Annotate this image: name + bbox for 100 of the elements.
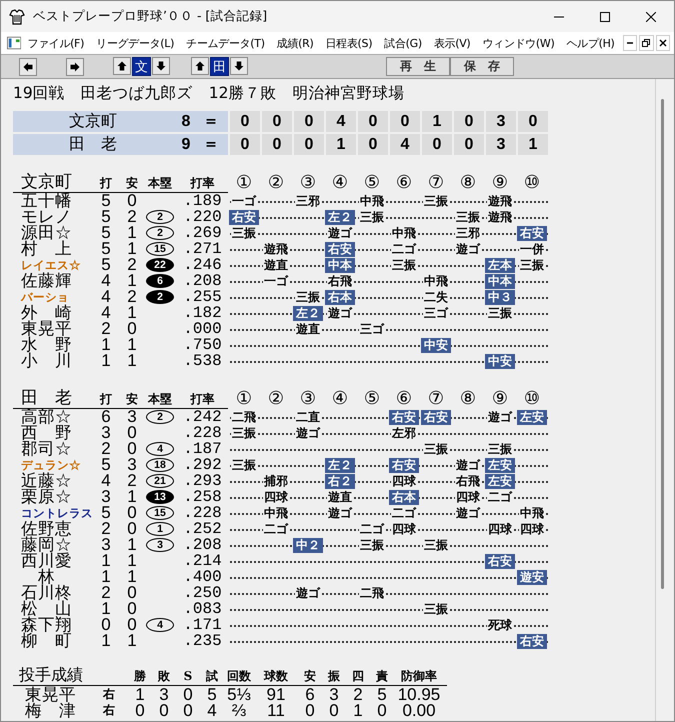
jersey-icon: [9, 8, 25, 24]
hits: 1: [126, 273, 138, 289]
inning-runs: 4: [326, 111, 356, 132]
play-result: 右飛: [455, 474, 481, 488]
play-result: 三邪: [455, 226, 481, 240]
column-header: 安: [125, 391, 139, 408]
column-header: 打率: [189, 175, 216, 192]
play-result: 遊飛: [487, 210, 513, 224]
column-header: 安: [125, 175, 139, 192]
column-header: S: [182, 668, 194, 685]
menu-item[interactable]: リーグデータ(L): [90, 36, 180, 50]
batting-average: .220: [182, 209, 223, 225]
play-result: 一ゴ: [263, 274, 289, 288]
batting-average: .269: [182, 225, 223, 241]
menu-item[interactable]: チームデータ(T): [180, 36, 271, 50]
play-result: 左安: [517, 410, 547, 424]
inning-runs: 0: [294, 134, 324, 155]
inning-header: ④: [330, 172, 350, 193]
batting-average: .750: [182, 337, 223, 353]
play-result: 左本: [485, 258, 515, 272]
batting-average: .228: [182, 425, 223, 441]
column-header: 試: [204, 668, 219, 685]
menu-item[interactable]: 表示(V): [428, 36, 476, 50]
inning-header: ③: [298, 172, 318, 193]
play-result: 四球: [487, 522, 513, 536]
player-name: 佐藤輝: [20, 273, 73, 289]
down-arrow-button[interactable]: [230, 57, 248, 75]
team-toggle[interactable]: 田: [210, 57, 229, 76]
game-info: 19回戦 田老つば九郎ズ 12勝７敗 明治神宮野球場: [13, 83, 406, 104]
menu-item[interactable]: ヘルプ(H): [560, 36, 621, 50]
maximize-icon: [600, 12, 610, 22]
menu-item[interactable]: ファイル(F): [21, 36, 90, 50]
batting-average: .000: [182, 321, 223, 337]
inning-header: ⑩: [522, 172, 542, 193]
play-result: 遊直: [263, 258, 289, 272]
play-result: 四球: [455, 490, 481, 504]
player-name: 西川愛: [20, 553, 73, 569]
up-arrow-button[interactable]: [113, 57, 131, 75]
at-bats: 1: [100, 633, 112, 649]
column-header: 防御率: [400, 668, 438, 685]
inning-header: ⑦: [426, 388, 446, 409]
play-result: 遊安: [517, 570, 547, 584]
play-result: 中３: [485, 290, 515, 304]
at-bats: 4: [100, 473, 112, 489]
column-header: 敗: [156, 668, 171, 685]
player-name: 五十幡: [20, 193, 73, 209]
team-toggle[interactable]: 文: [132, 57, 151, 76]
at-bats: 4: [100, 289, 112, 305]
menu-item[interactable]: ウィンドウ(W): [476, 36, 560, 50]
menu-item[interactable]: 日程表(S): [319, 36, 378, 50]
play-result: 遊飛: [487, 194, 513, 208]
action-button[interactable]: 保 存: [450, 57, 514, 76]
pitching-stat: 11: [266, 702, 286, 718]
hits: 1: [126, 537, 138, 553]
close-button[interactable]: [656, 35, 670, 51]
play-result: 三振: [423, 602, 449, 616]
at-bats: 3: [100, 489, 112, 505]
minimize-button[interactable]: [622, 35, 638, 51]
play-result: 死球: [487, 618, 513, 632]
hits: 1: [126, 305, 138, 321]
menu-item[interactable]: 試合(G): [378, 36, 428, 50]
scrollbar-thumb[interactable]: [661, 99, 664, 589]
play-result: 三振: [295, 290, 321, 304]
play-result: 遊飛: [263, 242, 289, 256]
batting-average: .083: [182, 601, 223, 617]
hits: 1: [126, 337, 138, 353]
inning-header: ⑧: [458, 172, 478, 193]
batting-average: .187: [182, 441, 223, 457]
play-result: 三ゴ: [423, 306, 449, 320]
pitching-stat: 6: [304, 686, 316, 702]
play-result: 遊ゴ: [455, 242, 481, 256]
hits: 0: [126, 505, 138, 521]
play-result: 三振: [231, 426, 257, 440]
up-arrow-button[interactable]: [191, 57, 209, 75]
inning-runs: 0: [294, 111, 324, 132]
menu-item[interactable]: 成績(R): [270, 36, 320, 50]
at-bats: 3: [100, 425, 112, 441]
restore-icon: [642, 39, 650, 47]
right-arrow-button[interactable]: [66, 58, 84, 76]
play-result: 中本: [485, 274, 515, 288]
column-header: 勝: [133, 668, 147, 685]
inning-header: ④: [330, 388, 350, 409]
at-bats: 5: [100, 241, 112, 257]
inning-runs: 0: [518, 111, 548, 132]
inning-runs: 0: [230, 111, 260, 132]
inning-header: ③: [298, 388, 318, 409]
hits: 1: [126, 569, 138, 585]
action-button[interactable]: 再 生: [386, 57, 450, 76]
down-arrow-button[interactable]: [152, 57, 170, 75]
player-name: 柳 町: [20, 633, 73, 649]
column-header: 打: [98, 175, 113, 192]
home-run-badge: 6: [146, 274, 174, 288]
left-arrow-button[interactable]: [19, 58, 37, 76]
home-run-badge: 1: [146, 522, 174, 536]
play-result: 左安: [485, 474, 515, 488]
pitching-stat: 0: [134, 702, 146, 718]
batting-average: .189: [182, 193, 223, 209]
restore-button[interactable]: [639, 35, 654, 51]
inning-runs: 1: [326, 134, 356, 155]
team-name: 田 老: [69, 134, 118, 155]
